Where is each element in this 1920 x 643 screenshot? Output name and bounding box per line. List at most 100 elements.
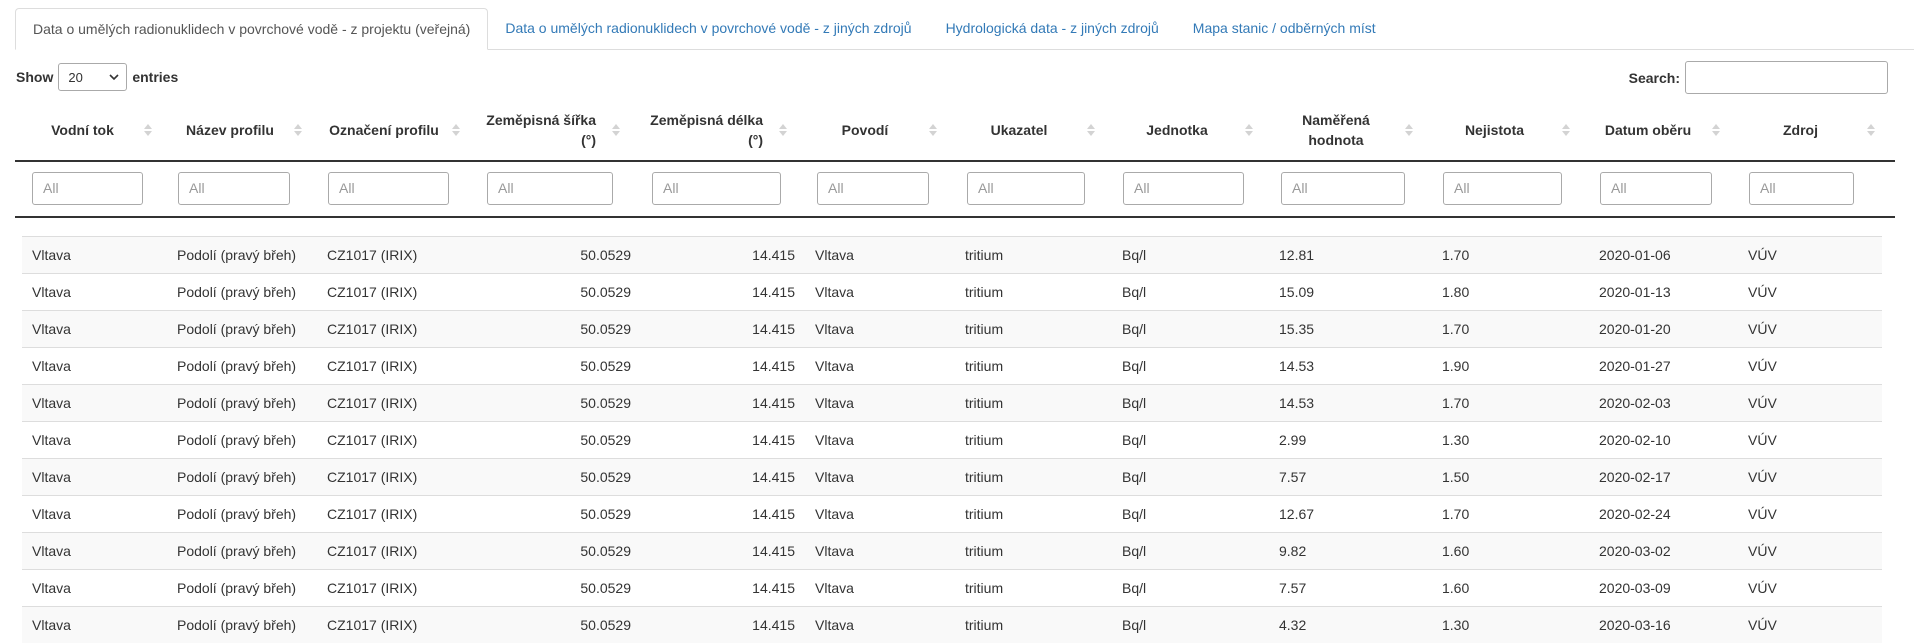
cell-datum-oberu: 2020-01-13: [1599, 284, 1671, 300]
col-header-nazev-profilu[interactable]: Název profilu: [160, 100, 310, 160]
cell-oznaceni-profilu: CZ1017 (IRIX): [327, 358, 418, 374]
col-header-vodni-tok[interactable]: Vodní tok: [15, 100, 160, 160]
col-header-nejistota[interactable]: Nejistota: [1421, 100, 1578, 160]
cell-jednotka: Bq/l: [1122, 395, 1147, 411]
cell-ukazatel: tritium: [965, 543, 1004, 559]
cell-zdroj: VÚV: [1748, 284, 1777, 300]
column-filter-input[interactable]: All: [32, 172, 143, 205]
search-input[interactable]: [1685, 61, 1888, 94]
table-row[interactable]: Vltava Podolí (pravý břeh) CZ1017 (IRIX) 50…: [22, 310, 1882, 347]
col-header-zemepisna-sirka[interactable]: Zeměpisná šířka (°): [468, 100, 628, 160]
table-row[interactable]: Vltava Podolí (pravý břeh) CZ1017 (IRIX) 50…: [22, 347, 1882, 384]
cell-nejistota: 1.30: [1442, 617, 1470, 633]
col-header-namerena-hodnota[interactable]: Naměřená hodnota: [1261, 100, 1421, 160]
column-filter-input[interactable]: All: [1281, 172, 1405, 205]
table-row[interactable]: Vltava Podolí (pravý břeh) CZ1017 (IRIX) 50…: [22, 606, 1882, 643]
col-header-zemepisna-delka[interactable]: Zeměpisná délka (°): [628, 100, 795, 160]
cell-vodni-tok: Vltava: [32, 506, 71, 522]
cell-datum-oberu: 2020-01-20: [1599, 321, 1671, 337]
column-header-label: Datum oběru: [1605, 120, 1701, 140]
column-filter-input[interactable]: All: [487, 172, 613, 205]
column-filter-input[interactable]: All: [1123, 172, 1244, 205]
column-header-label: Označení profilu: [329, 120, 449, 140]
table-row[interactable]: Vltava Podolí (pravý břeh) CZ1017 (IRIX) 50…: [22, 421, 1882, 458]
cell-ukazatel: tritium: [965, 469, 1004, 485]
cell-namerena-hodnota: 7.57: [1279, 580, 1307, 596]
search-label: Search:: [1628, 69, 1680, 86]
cell-datum-oberu: 2020-01-06: [1599, 247, 1671, 263]
col-header-zdroj[interactable]: Zdroj: [1728, 100, 1883, 160]
col-header-datum-oberu[interactable]: Datum oběru: [1578, 100, 1728, 160]
cell-zemepisna-delka: 14.415: [752, 321, 795, 337]
cell-zemepisna-sirka: 50.0529: [580, 469, 631, 485]
cell-datum-oberu: 2020-02-17: [1599, 469, 1671, 485]
column-header-line: Povodí: [841, 122, 889, 138]
cell-ukazatel: tritium: [965, 580, 1004, 596]
column-header-label: Zeměpisná délka (°): [650, 110, 773, 150]
cell-povodi: Vltava: [815, 247, 854, 263]
cell-povodi: Vltava: [815, 284, 854, 300]
col-header-povodi[interactable]: Povodí: [795, 100, 945, 160]
cell-vodni-tok: Vltava: [32, 321, 71, 337]
cell-namerena-hodnota: 14.53: [1279, 395, 1315, 411]
column-filter-input[interactable]: All: [817, 172, 929, 205]
table-row[interactable]: Vltava Podolí (pravý břeh) CZ1017 (IRIX) 50…: [22, 532, 1882, 569]
cell-vodni-tok: Vltava: [32, 543, 71, 559]
column-header-label: Název profilu: [186, 120, 284, 140]
column-filter-input[interactable]: All: [178, 172, 290, 205]
chevron-down-icon: [109, 73, 119, 80]
cell-namerena-hodnota: 15.35: [1279, 321, 1315, 337]
column-header-line: (°): [581, 132, 596, 148]
page-length-select[interactable]: 20: [58, 63, 128, 91]
cell-zemepisna-sirka: 50.0529: [580, 617, 631, 633]
col-header-jednotka[interactable]: Jednotka: [1103, 100, 1261, 160]
table-body: Vltava Podolí (pravý břeh) CZ1017 (IRIX) 50…: [22, 236, 1882, 643]
table-row[interactable]: Vltava Podolí (pravý břeh) CZ1017 (IRIX) 50…: [22, 236, 1882, 273]
col-header-ukazatel[interactable]: Ukazatel: [945, 100, 1103, 160]
table-row[interactable]: Vltava Podolí (pravý břeh) CZ1017 (IRIX) 50…: [22, 273, 1882, 310]
column-filter-input[interactable]: All: [967, 172, 1085, 205]
cell-jednotka: Bq/l: [1122, 469, 1147, 485]
column-filter-input[interactable]: All: [652, 172, 781, 205]
cell-ukazatel: tritium: [965, 247, 1004, 263]
cell-datum-oberu: 2020-01-27: [1599, 358, 1671, 374]
cell-datum-oberu: 2020-02-03: [1599, 395, 1671, 411]
cell-nejistota: 1.60: [1442, 543, 1470, 559]
table-row[interactable]: Vltava Podolí (pravý břeh) CZ1017 (IRIX) 50…: [22, 495, 1882, 532]
col-header-oznaceni-profilu[interactable]: Označení profilu: [310, 100, 468, 160]
cell-nazev-profilu: Podolí (pravý břeh): [177, 580, 297, 596]
column-filter-input[interactable]: All: [1443, 172, 1562, 205]
cell-jednotka: Bq/l: [1122, 617, 1147, 633]
column-header-label: Zdroj: [1783, 120, 1828, 140]
cell-namerena-hodnota: 12.81: [1279, 247, 1315, 263]
column-filter-input[interactable]: All: [1600, 172, 1712, 205]
cell-zemepisna-delka: 14.415: [752, 247, 795, 263]
tab-other-sources-data[interactable]: Data o umělých radionuklidech v povrchov…: [488, 8, 928, 49]
cell-oznaceni-profilu: CZ1017 (IRIX): [327, 543, 418, 559]
tab-project-data[interactable]: Data o umělých radionuklidech v povrchov…: [15, 8, 489, 50]
table-row[interactable]: Vltava Podolí (pravý břeh) CZ1017 (IRIX) 50…: [22, 384, 1882, 421]
cell-ukazatel: tritium: [965, 617, 1004, 633]
column-header-line: Označení profilu: [329, 122, 439, 138]
column-filter-input[interactable]: All: [1749, 172, 1854, 205]
cell-jednotka: Bq/l: [1122, 358, 1147, 374]
entries-label: entries: [132, 69, 179, 85]
cell-jednotka: Bq/l: [1122, 506, 1147, 522]
cell-ukazatel: tritium: [965, 284, 1004, 300]
tab-station-map[interactable]: Mapa stanic / odběrných míst: [1176, 8, 1393, 49]
cell-zemepisna-sirka: 50.0529: [580, 543, 631, 559]
cell-jednotka: Bq/l: [1122, 432, 1147, 448]
cell-oznaceni-profilu: CZ1017 (IRIX): [327, 284, 418, 300]
column-header-line: (°): [748, 132, 763, 148]
table-row[interactable]: Vltava Podolí (pravý břeh) CZ1017 (IRIX) 50…: [22, 458, 1882, 495]
cell-povodi: Vltava: [815, 617, 854, 633]
cell-ukazatel: tritium: [965, 432, 1004, 448]
column-header-label: Naměřená hodnota: [1302, 110, 1380, 150]
table-row[interactable]: Vltava Podolí (pravý břeh) CZ1017 (IRIX) 50…: [22, 569, 1882, 606]
column-header-line: Jednotka: [1146, 122, 1208, 138]
tab-hydrological-data[interactable]: Hydrologická data - z jiných zdrojů: [929, 8, 1176, 49]
column-filter-input[interactable]: All: [328, 172, 449, 205]
cell-vodni-tok: Vltava: [32, 358, 71, 374]
cell-nazev-profilu: Podolí (pravý břeh): [177, 395, 297, 411]
cell-povodi: Vltava: [815, 358, 854, 374]
